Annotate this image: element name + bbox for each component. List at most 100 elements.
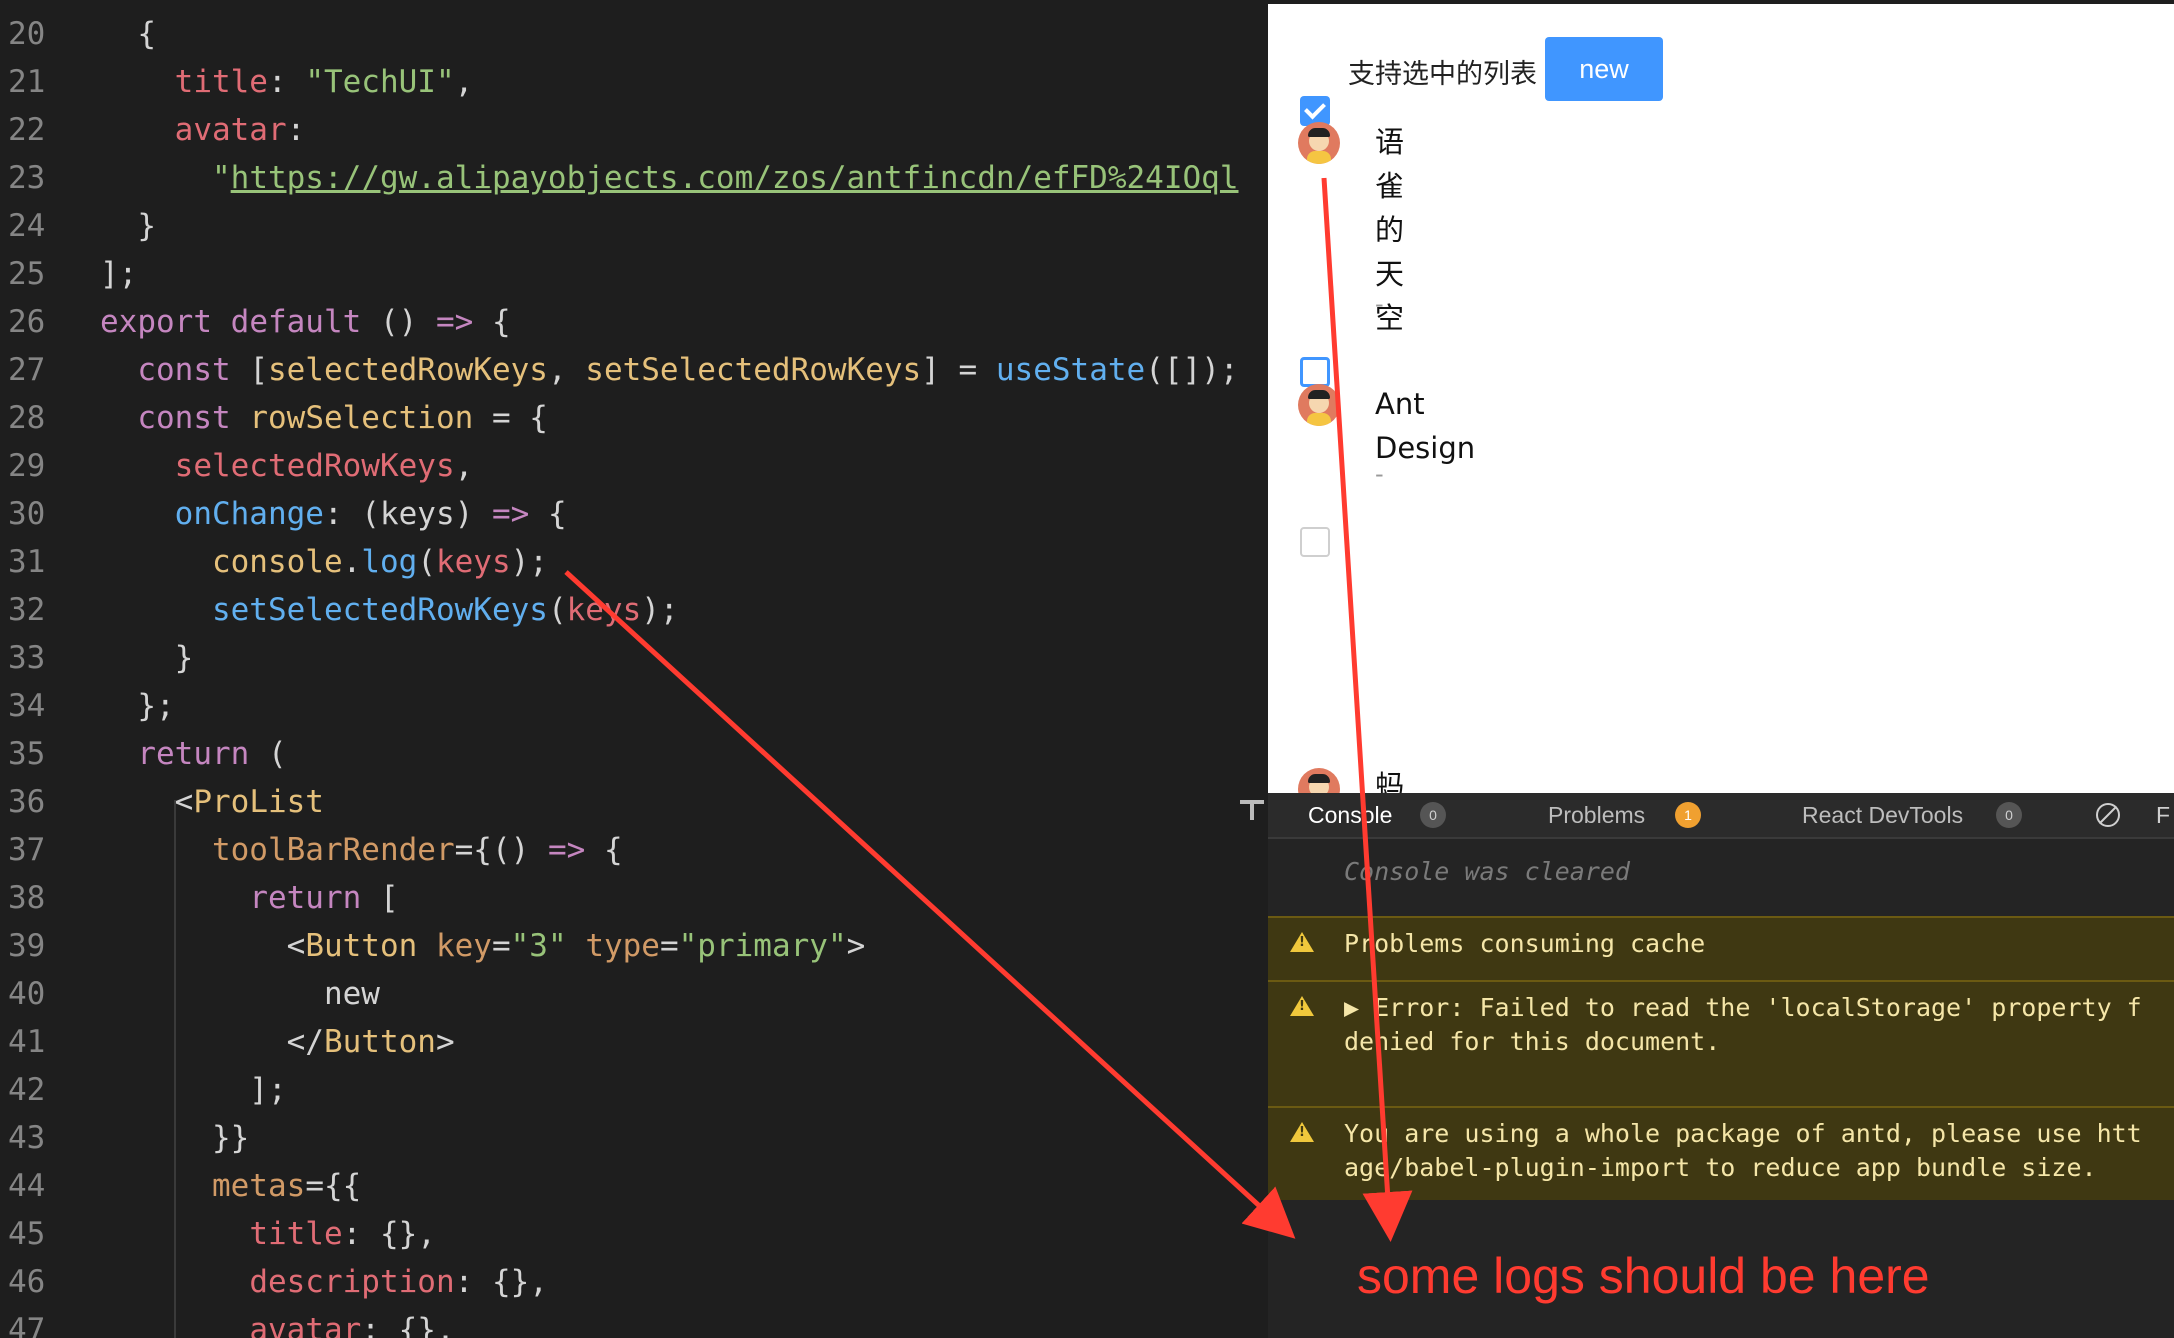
code-token: toolBarRender [211,832,455,868]
code-token: </ [100,1024,324,1060]
code-line[interactable]: 21 title: "TechUI", [0,58,1268,106]
line-number: 20 [8,16,46,52]
code-line[interactable]: 46 description: {}, [0,1258,1268,1306]
code-line[interactable]: 47 avatar: {}, [0,1306,1268,1338]
list-item-title: 蚂 [1375,769,1405,793]
code-line[interactable]: 28 const rowSelection = { [0,394,1268,442]
code-line[interactable]: 37 toolBarRender={() => { [0,826,1268,874]
code-line[interactable]: 25]; [0,250,1268,298]
code-token: onChange [174,496,324,532]
code-line[interactable]: 31 console.log(keys); [0,538,1268,586]
line-number: 38 [8,880,46,916]
code-text: } [100,202,156,250]
line-number: 34 [8,688,46,724]
console-cleared-message: Console was cleared [1268,853,2174,893]
line-number: 24 [8,208,46,244]
item-checkbox-3[interactable] [1300,527,1330,557]
problems-count-badge: 1 [1675,802,1701,828]
code-text: const rowSelection = { [100,394,548,442]
console-warning[interactable]: ▶ Error: Failed to read the 'localStorag… [1268,980,2174,1106]
code-line[interactable]: 33 } [0,634,1268,682]
console-cleared-text: Console was cleared [1344,857,1630,886]
console-tabs: Console 0 Problems 1 React DevTools 0 F [1268,793,2174,839]
code-token: keys [435,544,511,580]
code-text: metas={{ [100,1162,361,1210]
code-text: setSelectedRowKeys(keys); [100,586,679,634]
code-line[interactable]: 24 } [0,202,1268,250]
code-line[interactable]: 27 const [selectedRowKeys, setSelectedRo… [0,346,1268,394]
code-text: return [ [100,874,398,922]
filter-label[interactable]: F [2156,793,2170,837]
warning-icon [1290,932,1314,952]
code-line[interactable]: 45 title: {}, [0,1210,1268,1258]
code-text: }} [100,1114,249,1162]
code-token: ([]); [1145,352,1239,388]
code-token: : {}, [454,1264,548,1300]
code-text: ]; [100,1066,286,1114]
new-button[interactable]: new [1545,37,1663,101]
warning-text: ▶ Error: Failed to read the 'localStorag… [1344,993,2142,1056]
code-line[interactable]: 40 new [0,970,1268,1018]
code-line[interactable]: 38 return [ [0,874,1268,922]
code-editor[interactable]: 20 {21 title: "TechUI", 22 avatar: 23 "htt… [0,0,1268,1338]
line-number: 31 [8,544,46,580]
item-checkbox-2[interactable] [1300,357,1330,387]
code-line[interactable]: 35 return ( [0,730,1268,778]
code-token: => [547,832,586,868]
code-line[interactable]: 34 }; [0,682,1268,730]
list-toolbar-title: 支持选中的列表 [1348,59,1537,90]
line-number: 26 [8,304,46,340]
tab-console[interactable]: Console [1308,793,1392,837]
code-token: . [342,544,362,580]
line-number: 29 [8,448,46,484]
code-token: , [454,448,474,484]
code-line[interactable]: 26 export default () => { [0,298,1268,346]
code-token: : [286,112,306,148]
code-text: return ( [100,730,286,778]
line-number: 21 [8,64,46,100]
preview-pane: 支持选中的列表 new 语雀的天空 - Ant Design - 蚂 [1268,0,2174,793]
code-token: Button [323,1024,436,1060]
code-line[interactable]: 44 metas={{ [0,1162,1268,1210]
code-line[interactable]: 39 <Button key="3" type="primary"> [0,922,1268,970]
code-token: description [249,1264,455,1300]
warning-icon [1290,996,1314,1016]
code-token: "primary" [678,928,847,964]
code-text: new [100,970,380,1018]
line-number: 41 [8,1024,46,1060]
tab-react-devtools[interactable]: React DevTools [1802,793,1963,837]
code-token: Button [305,928,418,964]
console-warning: Problems consuming cache [1268,916,2174,980]
clear-console-icon[interactable] [2096,803,2120,827]
code-line[interactable]: 36 <ProList [0,778,1268,826]
code-line[interactable]: 20 { [0,10,1268,58]
code-line[interactable]: 23 "https://gw.alipayobjects.com/zos/ant… [0,154,1268,202]
avatar [1298,122,1340,164]
code-token: const [137,400,231,436]
code-token: = { [473,400,548,436]
code-line[interactable]: 30 onChange: (keys) => { [0,490,1268,538]
code-line[interactable]: 22 avatar: [0,106,1268,154]
tab-problems[interactable]: Problems [1548,793,1645,837]
code-text: description: {}, [100,1258,548,1306]
code-line[interactable]: 29 selectedRowKeys, [0,442,1268,490]
code-token: console [211,544,343,580]
code-text: avatar: [100,106,306,154]
code-token: { [529,496,567,532]
code-line[interactable]: 32 setSelectedRowKeys(keys); [0,586,1268,634]
avatar [1298,384,1340,426]
line-number: 28 [8,400,46,436]
code-line[interactable]: 42 ]; [0,1066,1268,1114]
code-line[interactable]: 41 </Button> [0,1018,1268,1066]
code-line[interactable]: 43 }} [0,1114,1268,1162]
code-text: <ProList [100,778,324,826]
code-token: ); [510,544,548,580]
